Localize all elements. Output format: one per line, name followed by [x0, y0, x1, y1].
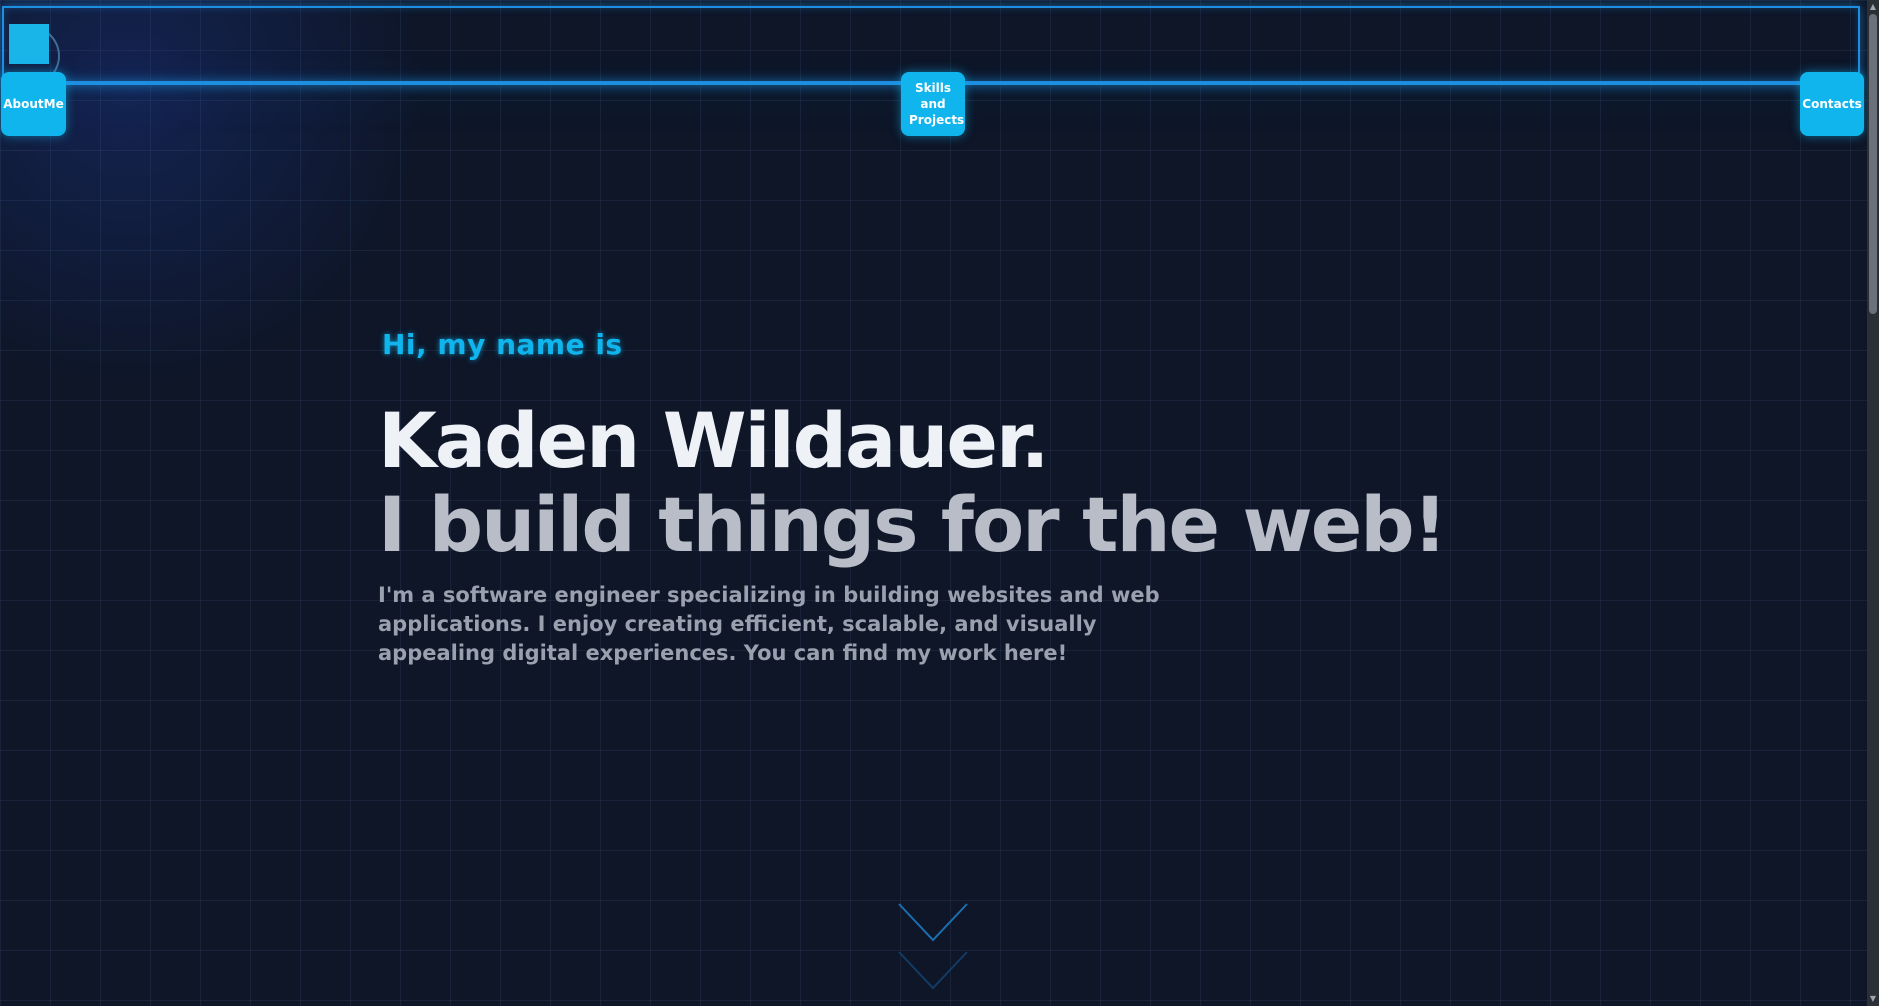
hero-name: Kaden Wildauer. [378, 396, 1049, 485]
hero-tagline: I build things for the web! [378, 480, 1447, 569]
nav-skills-projects-button[interactable]: Skills and Projects [901, 72, 965, 136]
square-logo-icon[interactable] [9, 24, 49, 64]
nav-about-me-button[interactable]: AboutMe [1, 72, 66, 136]
scroll-up-arrow-icon[interactable]: ▲ [1869, 2, 1877, 12]
scroll-down-arrow-icon[interactable]: ▼ [1869, 994, 1877, 1004]
hero-intro: I'm a software engineer specializing in … [378, 583, 1160, 665]
nav-skills-label: Skills and Projects [909, 80, 965, 128]
nav-skills-label-line-2: and [920, 97, 946, 111]
hero-greeting: Hi, my name is [382, 328, 623, 361]
scrollbar-thumb[interactable] [1869, 14, 1877, 314]
hero-section: Hi, my name is Kaden Wildauer. I build t… [378, 320, 1447, 668]
portfolio-page: AboutMe Skills and Projects Contacts Hi,… [0, 0, 1879, 1006]
nav-contacts-button[interactable]: Contacts [1800, 72, 1864, 136]
nav-skills-label-line-3: Projects [909, 113, 965, 127]
vertical-scrollbar[interactable]: ▲ ▼ [1867, 0, 1879, 1006]
chevron-down-icon[interactable] [897, 900, 969, 1000]
nav-skills-label-line-1: Skills [914, 81, 952, 95]
